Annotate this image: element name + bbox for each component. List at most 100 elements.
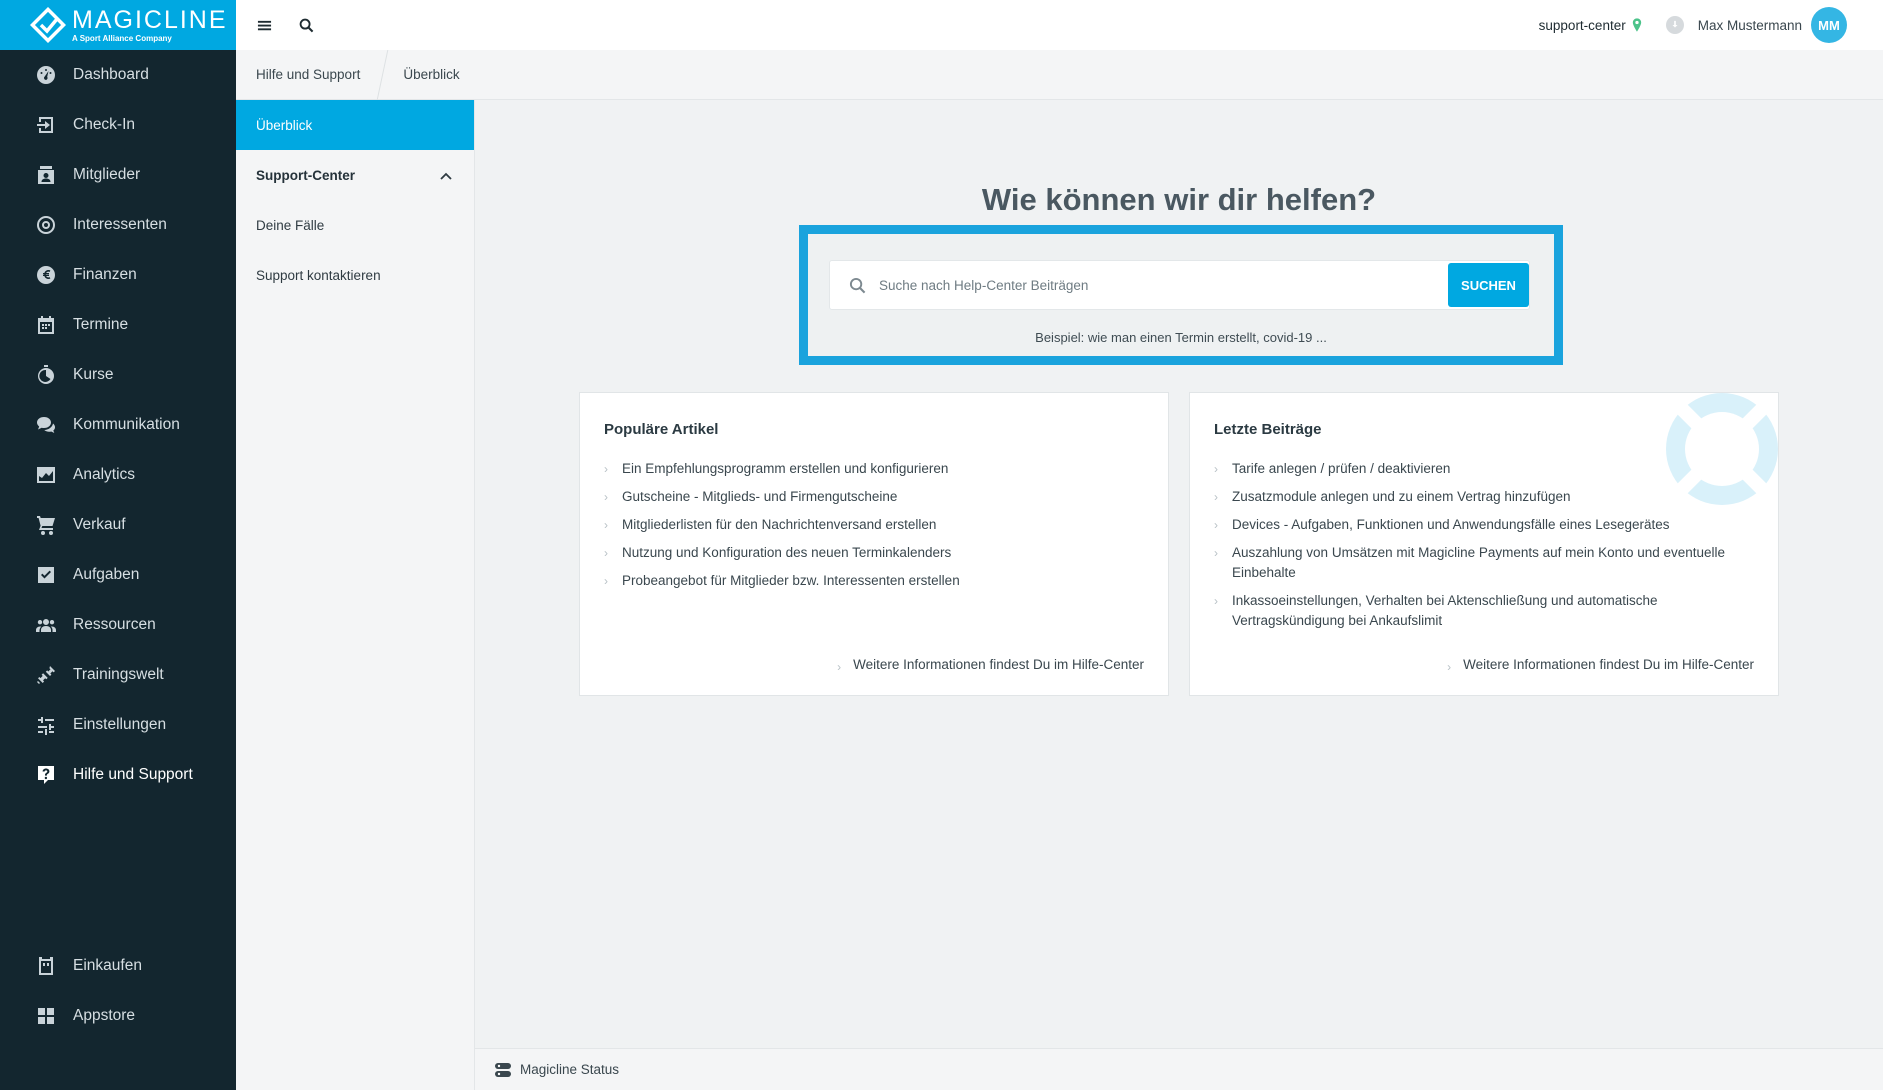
sidebar-item-check-in[interactable]: Check-In — [0, 100, 236, 150]
sidebar-item-shopping[interactable]: Einkaufen — [0, 941, 236, 991]
subnav-item-overview[interactable]: Überblick — [236, 100, 474, 150]
breadcrumb-item-overview[interactable]: Überblick — [383, 50, 481, 100]
sidebar-item-label: Ressourcen — [73, 616, 156, 633]
chevron-right-icon: › — [604, 546, 608, 560]
chevron-right-icon: › — [1214, 462, 1218, 476]
sidebar-item-label: Termine — [73, 316, 129, 333]
store-icon — [36, 956, 56, 976]
server-status-icon — [494, 1062, 512, 1078]
sidebar-item-label: Dashboard — [73, 66, 149, 83]
sidebar-item-help-support[interactable]: Hilfe und Support — [0, 750, 236, 800]
chat-icon — [36, 415, 56, 435]
sidebar-item-dashboard[interactable]: Dashboard — [0, 50, 236, 100]
download-icon[interactable] — [1665, 16, 1684, 34]
chevron-right-icon: › — [604, 490, 608, 504]
sidebar-item-training[interactable]: Trainingswelt — [0, 650, 236, 700]
subnav-item-label: Support-Center — [256, 167, 355, 183]
recent-posts-card: Letzte Beiträge › Tarife anlegen / prüfen… — [1189, 392, 1779, 696]
article-link[interactable]: › Nutzung und Konfiguration des neuen Ter… — [604, 543, 1144, 563]
card-title: Populäre Artikel — [604, 421, 719, 438]
sub-navigation: Überblick Support-Center Deine Fälle Sup… — [236, 100, 475, 1090]
people-icon — [36, 615, 56, 635]
post-link[interactable]: › Inkassoeinstellungen, Verhalten bei Akt… — [1214, 591, 1754, 631]
subnav-item-my-cases[interactable]: Deine Fälle — [236, 200, 474, 250]
search-example-hint: Beispiel: wie man einen Termin erstellt,… — [1035, 330, 1327, 345]
chevron-right-icon: › — [1214, 518, 1218, 532]
sidebar-item-tasks[interactable]: Aufgaben — [0, 550, 236, 600]
top-bar-right: support-center Max Mustermann MM — [1539, 0, 1847, 50]
more-info-link[interactable]: › Weitere Informationen findest Du im Hi… — [1447, 657, 1754, 677]
subnav-item-label: Deine Fälle — [256, 217, 325, 233]
sidebar-item-label: Analytics — [73, 466, 136, 483]
location-pin-icon — [1632, 18, 1642, 32]
page-title: Wie können wir dir helfen? — [981, 182, 1377, 217]
sidebar-item-sales[interactable]: Verkauf — [0, 500, 236, 550]
post-link[interactable]: › Devices - Aufgaben, Funktionen und Anwe… — [1214, 515, 1754, 535]
sidebar-bottom-nav: Einkaufen Appstore — [0, 941, 236, 1041]
status-link[interactable]: Magicline Status — [520, 1062, 619, 1077]
studio-selector[interactable]: support-center — [1539, 18, 1626, 33]
sidebar-item-label: Hilfe und Support — [73, 766, 193, 783]
dumbbell-icon — [36, 665, 56, 685]
calendar-icon — [36, 315, 56, 335]
brand-tagline: A Sport Alliance Company — [72, 33, 172, 43]
sidebar-item-courses[interactable]: Kurse — [0, 350, 236, 400]
avatar[interactable]: MM — [1811, 7, 1847, 43]
breadcrumb-item-help-support[interactable]: Hilfe und Support — [236, 50, 382, 100]
sidebar-item-finances[interactable]: Finanzen — [0, 250, 236, 300]
hamburger-menu-icon[interactable] — [253, 14, 275, 36]
help-icon — [36, 765, 56, 785]
sidebar-item-prospects[interactable]: Interessenten — [0, 200, 236, 250]
sidebar-item-resources[interactable]: Ressourcen — [0, 600, 236, 650]
main-sidebar: MAGICLINE A Sport Alliance Company Dashb… — [0, 0, 236, 1090]
post-link[interactable]: › Auszahlung von Umsätzen mit Magicline P… — [1214, 543, 1754, 583]
subnav-item-contact-support[interactable]: Support kontaktieren — [236, 250, 474, 300]
chevron-right-icon: › — [1214, 490, 1218, 504]
popular-articles-card: Populäre Artikel › Ein Empfehlungsprogram… — [579, 392, 1169, 696]
sidebar-item-appstore[interactable]: Appstore — [0, 991, 236, 1041]
sidebar-item-analytics[interactable]: Analytics — [0, 450, 236, 500]
search-icon — [849, 277, 866, 294]
euro-icon — [36, 265, 56, 285]
sidebar-item-label: Einkaufen — [73, 957, 142, 974]
search-icon[interactable] — [295, 14, 317, 36]
user-name[interactable]: Max Mustermann — [1698, 18, 1802, 33]
chevron-right-icon: › — [604, 518, 608, 532]
article-link[interactable]: › Ein Empfehlungsprogramm erstellen und k… — [604, 459, 1144, 479]
sidebar-item-communication[interactable]: Kommunikation — [0, 400, 236, 450]
search-button[interactable]: SUCHEN — [1448, 263, 1529, 307]
sidebar-item-label: Aufgaben — [73, 566, 140, 583]
apps-icon — [36, 1006, 56, 1026]
sidebar-item-members[interactable]: Mitglieder — [0, 150, 236, 200]
sidebar-item-settings[interactable]: Einstellungen — [0, 700, 236, 750]
more-info-link[interactable]: › Weitere Informationen findest Du im Hi… — [837, 657, 1144, 677]
chevron-right-icon: › — [1447, 660, 1452, 674]
article-link[interactable]: › Gutscheine - Mitglieds- und Firmengutsc… — [604, 487, 1144, 507]
article-link[interactable]: › Probeangebot für Mitglieder bzw. Intere… — [604, 571, 1144, 591]
sidebar-item-label: Kurse — [73, 366, 114, 383]
status-bar: Magicline Status — [475, 1048, 1883, 1090]
breadcrumb: Hilfe und Support Überblick — [236, 49, 1883, 100]
sidebar-item-label: Einstellungen — [73, 716, 167, 733]
search-panel: SUCHEN Beispiel: wie man einen Termin er… — [799, 225, 1563, 365]
subnav-item-label: Überblick — [256, 117, 313, 133]
post-link[interactable]: › Tarife anlegen / prüfen / deaktivieren — [1214, 459, 1754, 479]
brand-name: MAGICLINE — [72, 5, 228, 34]
sidebar-item-label: Trainingswelt — [73, 666, 164, 683]
subnav-group-support-center[interactable]: Support-Center — [236, 150, 474, 200]
brand-logo[interactable]: MAGICLINE A Sport Alliance Company — [0, 0, 236, 50]
check-in-icon — [36, 115, 56, 135]
sidebar-item-label: Appstore — [73, 1007, 136, 1024]
top-bar: support-center Max Mustermann MM — [236, 0, 1883, 50]
sliders-icon — [36, 715, 56, 735]
search-input[interactable] — [879, 277, 1439, 293]
dashboard-icon — [36, 65, 56, 85]
sidebar-item-appointments[interactable]: Termine — [0, 300, 236, 350]
chevron-right-icon: › — [1214, 546, 1218, 560]
checkbox-icon — [36, 565, 56, 585]
post-link[interactable]: › Zusatzmodule anlegen und zu einem Vertr… — [1214, 487, 1754, 507]
article-link[interactable]: › Mitgliederlisten für den Nachrichtenver… — [604, 515, 1144, 535]
chevron-up-icon — [440, 168, 452, 183]
sidebar-item-label: Check-In — [73, 116, 136, 133]
chevron-right-icon: › — [604, 574, 608, 588]
